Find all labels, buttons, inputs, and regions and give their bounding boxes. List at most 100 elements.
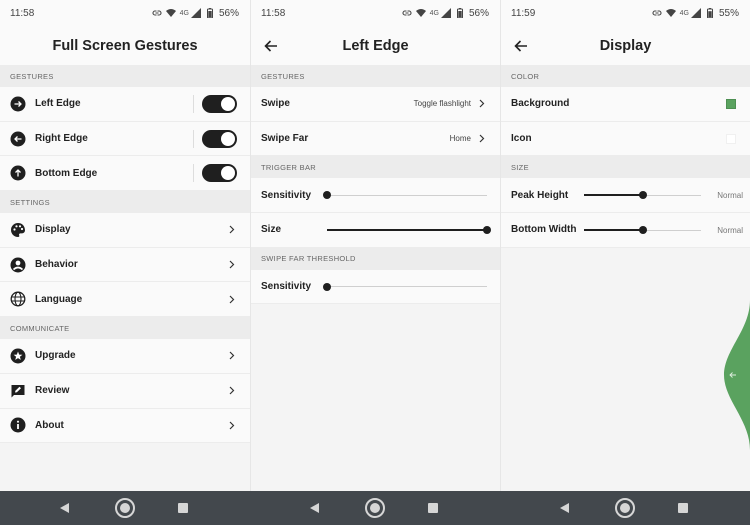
section-header-swipe-far-threshold: SWIPE FAR THRESHOLD [251, 247, 500, 270]
row-label: Language [35, 293, 83, 305]
peak-height-slider[interactable] [584, 190, 701, 200]
signal-icon [690, 8, 701, 18]
row-label: About [35, 419, 64, 431]
network-type: 4G [179, 9, 189, 17]
chevron-right-icon [227, 225, 236, 234]
signal-icon [190, 8, 201, 18]
slider-thumb[interactable] [638, 191, 647, 200]
row-review[interactable]: Review [0, 373, 250, 409]
slider-thumb[interactable] [323, 282, 331, 291]
edge-preview-shape [724, 300, 750, 450]
status-icons: 4G 56% [152, 8, 239, 19]
nav-home-icon[interactable] [365, 498, 385, 518]
row-peak-height: Peak Height Normal [501, 178, 750, 214]
chevron-right-icon [477, 99, 486, 108]
swipe-far-action-value: Home [449, 134, 471, 144]
slider-thumb[interactable] [323, 191, 331, 200]
slider-track [327, 194, 487, 196]
slider-thumb[interactable] [638, 226, 647, 235]
app-bar: Full Screen Gestures [0, 26, 250, 65]
bottom-edge-toggle[interactable] [202, 164, 237, 183]
row-label: Swipe Far [261, 133, 309, 145]
status-icons: 4G 55% [652, 8, 739, 19]
sensitivity-slider[interactable] [323, 190, 487, 200]
network-type: 4G [679, 9, 689, 17]
row-swipe[interactable]: Swipe Toggle flashlight [251, 87, 500, 122]
divider [193, 164, 194, 183]
battery-level: 55% [718, 7, 739, 19]
chevron-right-icon [227, 386, 236, 395]
signal-icon [440, 8, 451, 18]
section-header-trigger-bar: TRIGGER BAR [251, 156, 500, 179]
nav-back-icon[interactable] [310, 503, 319, 513]
size-slider[interactable] [327, 225, 491, 235]
battery-level: 56% [468, 7, 489, 19]
palette-icon [10, 222, 26, 238]
row-display[interactable]: Display [0, 213, 250, 248]
nav-group [0, 491, 250, 525]
screens: 11:58 4G 56% Full Screen Gestures GESTUR… [0, 0, 750, 491]
row-behavior[interactable]: Behavior [0, 247, 250, 283]
chevron-right-icon [477, 134, 486, 143]
threshold-sensitivity-slider[interactable] [323, 282, 487, 292]
row-about[interactable]: About [0, 408, 250, 444]
left-edge-toggle[interactable] [202, 94, 237, 113]
background-color-swatch[interactable] [726, 99, 736, 109]
nav-recents-icon[interactable] [678, 503, 688, 513]
bottom-width-slider[interactable] [584, 225, 701, 235]
nav-group [500, 491, 750, 525]
row-label: Review [35, 385, 70, 397]
nav-home-icon[interactable] [115, 498, 135, 518]
page-title: Display [599, 37, 652, 54]
back-arrow-icon[interactable] [263, 38, 279, 54]
link-icon [402, 8, 412, 18]
page-title: Full Screen Gestures [52, 37, 198, 54]
back-arrow-icon[interactable] [513, 38, 529, 54]
toggle-knob [221, 166, 235, 181]
arrow-up-circle-icon [10, 165, 26, 181]
row-sensitivity: Sensitivity [251, 178, 500, 214]
status-bar: 11:58 4G 56% [0, 0, 250, 26]
wifi-icon [665, 8, 676, 18]
row-left-edge[interactable]: Left Edge [0, 87, 250, 122]
swipe-action-value: Toggle flashlight [413, 99, 471, 109]
section-header-gestures: GESTURES [0, 65, 250, 87]
slider-track [327, 286, 487, 288]
screen-display: 11:59 4G 55% Display COLOR Background Ic… [500, 0, 750, 491]
link-icon [652, 8, 662, 18]
row-language[interactable]: Language [0, 282, 250, 318]
row-right-edge[interactable]: Right Edge [0, 121, 250, 157]
nav-back-icon[interactable] [60, 503, 69, 513]
chevron-right-icon [227, 260, 236, 269]
screen-left-edge: 11:58 4G 56% Left Edge GESTURES Swipe To… [250, 0, 500, 491]
nav-home-icon[interactable] [615, 498, 635, 518]
edge-gesture-preview [720, 300, 750, 450]
status-bar: 11:59 4G 55% [501, 0, 750, 26]
row-bottom-edge[interactable]: Bottom Edge [0, 156, 250, 192]
row-upgrade[interactable]: Upgrade [0, 339, 250, 374]
arrow-left-circle-icon [10, 131, 26, 147]
chevron-right-icon [227, 351, 236, 360]
slider-fill [584, 194, 643, 197]
status-time: 11:59 [511, 7, 536, 19]
app-bar: Display [501, 26, 750, 65]
slider-thumb[interactable] [483, 226, 491, 235]
slider-fill [327, 229, 487, 232]
row-label: Behavior [35, 259, 78, 271]
link-icon [152, 8, 162, 18]
globe-icon [10, 291, 26, 307]
row-swipe-far[interactable]: Swipe Far Home [251, 121, 500, 157]
right-edge-toggle[interactable] [202, 129, 237, 148]
nav-recents-icon[interactable] [428, 503, 438, 513]
row-icon-color[interactable]: Icon [501, 121, 750, 157]
divider [193, 94, 194, 113]
nav-back-icon[interactable] [560, 503, 569, 513]
info-icon [10, 417, 26, 433]
nav-recents-icon[interactable] [178, 503, 188, 513]
section-header-communicate: COMMUNICATE [0, 317, 250, 340]
row-background-color[interactable]: Background [501, 87, 750, 122]
app-bar: Left Edge [251, 26, 500, 65]
page-title: Left Edge [342, 37, 409, 54]
battery-icon [205, 8, 215, 18]
icon-color-swatch[interactable] [726, 133, 736, 144]
